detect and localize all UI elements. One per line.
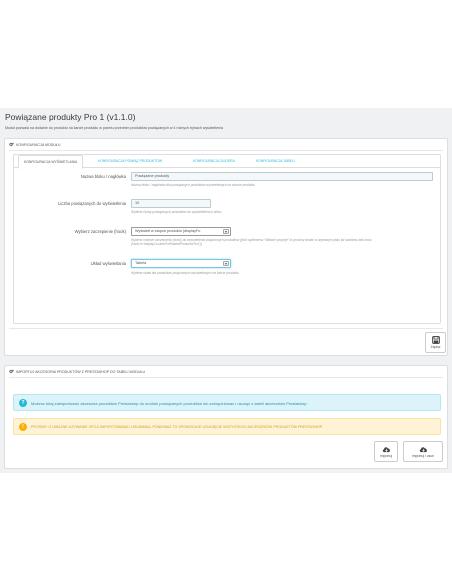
warning-icon: !	[19, 423, 27, 431]
tab-link-products-config[interactable]: KONFIGURACJA POWIĄŻ PRODUKTÓW	[93, 155, 167, 168]
tab-container: KONFIGURACJA WYŚWIETLANIA KONFIGURACJA P…	[13, 154, 441, 324]
import-panel: IMPORTUJ AKCESORIA PRODUKTÓW Z PRESTASHO…	[4, 365, 448, 469]
config-panel: KONFIGURACJA MODUŁU KONFIGURACJA WYŚWIET…	[4, 138, 448, 356]
tab-table-config[interactable]: KONFIGURACJA TABELI	[251, 155, 300, 168]
block-name-help: Nazwa bloku / nagłówka dla powiązanych p…	[131, 183, 255, 187]
admin-content: Powiązane produkty Pro 1 (v1.1.0) Moduł …	[0, 108, 452, 473]
info-alert: ? Możesz tutaj zaimportować akcesoria pr…	[13, 394, 441, 411]
page-title: Powiązane produkty Pro 1 (v1.1.0)	[5, 112, 136, 122]
hook-label: Wybierz zaczepienie (hook)	[74, 229, 126, 234]
chevron-down-icon	[223, 229, 229, 234]
config-panel-title: KONFIGURACJA MODUŁU	[16, 142, 61, 147]
block-name-input[interactable]: Powiązane produkty	[131, 172, 433, 181]
count-label: Liczba powiązanych do wyświetlenia	[58, 201, 126, 206]
layout-select[interactable]: Tabela	[131, 259, 231, 268]
save-icon	[431, 336, 440, 344]
warning-alert-text: PROSIMY O UWAŻNE UŻYWANIE OPCJI IMPORTOW…	[31, 425, 323, 429]
hook-select-value: Wyświetl w stopce produktu (displayFo	[135, 229, 201, 233]
count-input[interactable]: 10	[131, 199, 211, 208]
import-button-label: Importuj	[379, 453, 393, 458]
tab-slider-config[interactable]: KONFIGURACJA SLIDERA	[188, 155, 240, 168]
cogs-icon	[9, 142, 14, 147]
hook-select[interactable]: Wyświetl w stopce produktu (displayFo	[131, 227, 231, 236]
import-panel-heading: IMPORTUJ AKCESORIA PRODUKTÓW Z PRESTASHO…	[9, 369, 145, 374]
info-alert-text: Możesz tutaj zaimportować akcesoria prod…	[31, 401, 308, 406]
help-icon: ?	[19, 399, 27, 407]
import-panel-title: IMPORTUJ AKCESORIA PRODUKTÓW Z PRESTASHO…	[16, 369, 146, 374]
config-panel-heading: KONFIGURACJA MODUŁU	[9, 142, 61, 147]
layout-help: Wybierz układ dla produktów połączonych …	[131, 271, 239, 275]
cogs-icon	[9, 369, 14, 374]
import-and-delete-button-label: Importuj i usuń	[411, 453, 435, 458]
layout-select-value: Tabela	[135, 261, 147, 265]
divider	[9, 150, 443, 151]
save-button-label: Zapisz	[430, 345, 441, 349]
warning-alert: ! PROSIMY O UWAŻNE UŻYWANIE OPCJI IMPORT…	[13, 418, 441, 435]
count-help: Wybierz liczbę powiązanych produktów do …	[131, 210, 222, 214]
divider	[9, 328, 443, 329]
import-button[interactable]: Importuj	[374, 441, 398, 462]
chevron-down-icon	[223, 261, 229, 266]
block-name-label: Nazwa bloku / nagłówka	[80, 174, 126, 179]
import-and-delete-button[interactable]: Importuj i usuń	[403, 441, 443, 462]
tab-display-config[interactable]: KONFIGURACJA WYŚWIETLANIA	[18, 155, 84, 169]
hook-help: Wybierz miejsce zaczepienia (hook) do wy…	[131, 238, 372, 247]
tab-bar: KONFIGURACJA WYŚWIETLANIA KONFIGURACJA P…	[14, 155, 440, 169]
layout-label: Układ wyświetlania	[90, 261, 126, 266]
cloud-download-icon	[382, 446, 390, 452]
page-subtitle: Moduł pozwala na dodanie do produktu na …	[5, 126, 223, 130]
save-button[interactable]: Zapisz	[425, 332, 446, 353]
cloud-download-icon	[419, 446, 427, 452]
divider	[9, 377, 443, 378]
